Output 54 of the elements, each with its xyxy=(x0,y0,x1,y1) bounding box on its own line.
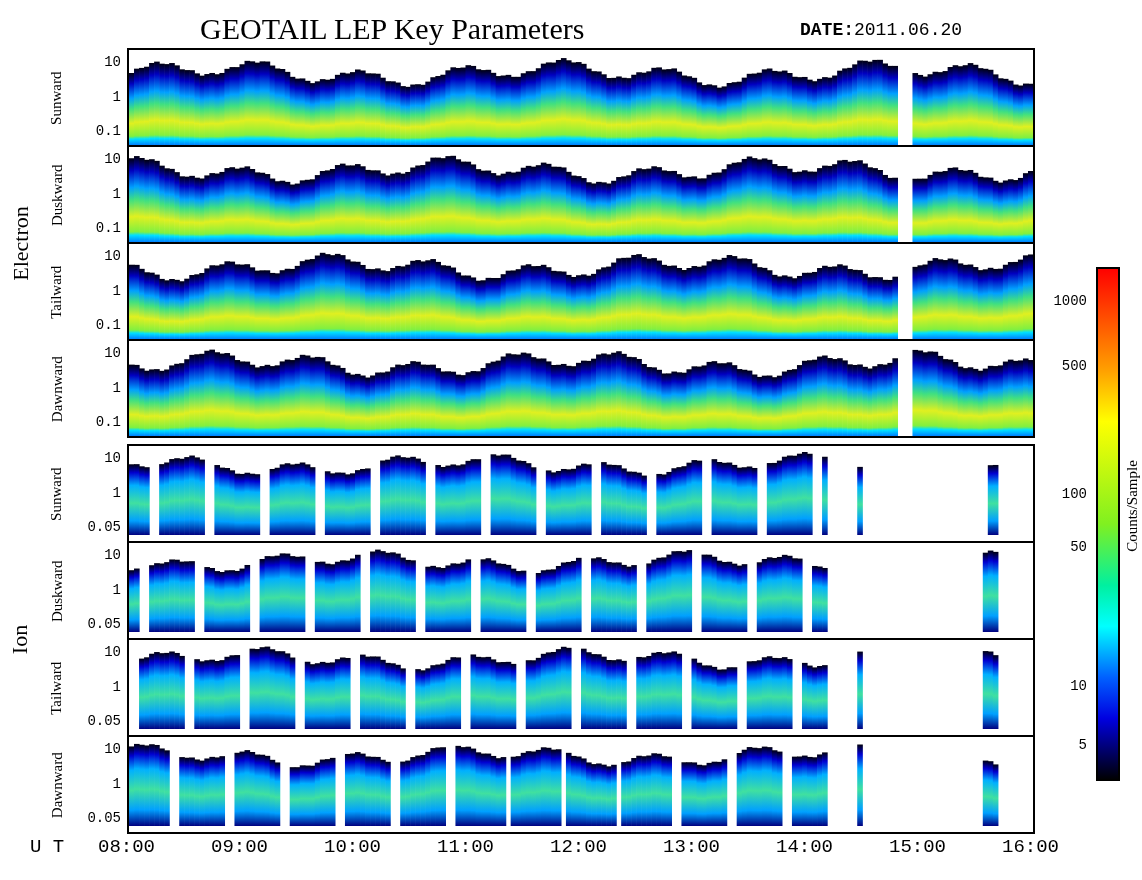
y-tick-label: 0.1 xyxy=(95,318,121,333)
panel-label: Duskward xyxy=(47,560,66,623)
colorbar-tick-label: 1000 xyxy=(1053,293,1087,309)
y-tick-label: 1 xyxy=(112,679,121,694)
y-tick-label: 10 xyxy=(104,151,121,166)
y-tick-label: 0.05 xyxy=(87,520,121,535)
x-tick-label: 16:00 xyxy=(1002,838,1059,857)
y-tick-label: 0.05 xyxy=(87,617,121,632)
chart-title: GEOTAIL LEP Key Parameters xyxy=(200,14,586,44)
colorbar-tick-label: 50 xyxy=(1070,539,1087,555)
date-value: 2011.06.20 xyxy=(854,19,963,42)
y-tick-label: 1 xyxy=(112,89,121,104)
x-tick-label: 09:00 xyxy=(211,838,268,857)
y-tick-label: 10 xyxy=(104,644,121,659)
x-axis-label: U T xyxy=(30,836,65,858)
panel-label: Dawnward xyxy=(47,356,66,423)
x-tick-label: 13:00 xyxy=(663,838,720,857)
y-tick-label: 1 xyxy=(112,380,121,395)
y-tick-label: 0.1 xyxy=(95,415,121,430)
x-tick-label: 10:00 xyxy=(324,838,381,857)
y-tick-label: 1 xyxy=(112,582,121,597)
colorbar-tick-label: 500 xyxy=(1061,358,1087,374)
x-tick-label: 15:00 xyxy=(889,838,946,857)
colorbar-title: Counts/Sample xyxy=(1124,460,1140,552)
panel-label: Sunward xyxy=(47,467,66,522)
y-tick-label: 10 xyxy=(104,248,121,263)
colorbar-tick-label: 10 xyxy=(1070,678,1087,694)
colorbar-tick-label: 5 xyxy=(1078,737,1087,753)
x-tick-label: 12:00 xyxy=(550,838,607,857)
panel-label: Sunward xyxy=(47,71,66,126)
y-tick-label: 10 xyxy=(104,547,121,562)
panel-label: Duskward xyxy=(47,164,66,227)
y-tick-label: 10 xyxy=(104,741,121,756)
x-tick-label: 14:00 xyxy=(776,838,833,857)
group-label: Electron xyxy=(6,205,34,281)
x-tick-label: 11:00 xyxy=(437,838,494,857)
y-tick-label: 10 xyxy=(104,450,121,465)
y-tick-label: 0.05 xyxy=(87,714,121,729)
panel-label: Dawnward xyxy=(47,752,66,819)
date-label: DATE: xyxy=(800,19,854,42)
y-tick-label: 0.05 xyxy=(87,811,121,826)
y-tick-label: 10 xyxy=(104,345,121,360)
y-tick-label: 10 xyxy=(104,54,121,69)
panel-label: Tailward xyxy=(47,661,66,716)
y-tick-label: 0.1 xyxy=(95,221,121,236)
y-tick-label: 1 xyxy=(112,776,121,791)
colorbar-tick-label: 100 xyxy=(1061,486,1087,502)
panel-label: Tailward xyxy=(47,265,66,320)
x-tick-label: 08:00 xyxy=(98,838,155,857)
y-tick-label: 1 xyxy=(112,186,121,201)
group-label: Ion xyxy=(6,624,34,654)
y-tick-label: 1 xyxy=(112,485,121,500)
y-tick-label: 0.1 xyxy=(95,124,121,139)
y-tick-label: 1 xyxy=(112,283,121,298)
